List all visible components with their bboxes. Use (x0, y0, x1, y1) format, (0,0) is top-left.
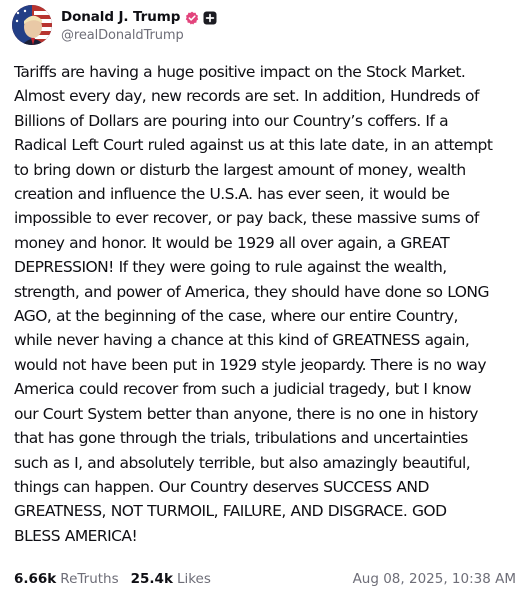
plus-badge-icon[interactable] (203, 10, 217, 25)
retruths-stat[interactable]: 6.66k ReTruths (14, 571, 119, 587)
retruths-label: ReTruths (60, 571, 119, 587)
post-line: Billions of Dollars are pouring into our… (14, 111, 449, 130)
post-timestamp[interactable]: Aug 08, 2025, 10:38 AM (353, 571, 516, 587)
post-line: our Court System better than anyone, the… (14, 404, 478, 423)
post-line: would not have been put in 1929 style je… (14, 355, 487, 374)
name-row: Donald J. Trump (61, 7, 217, 27)
post-line: Almost every day, new records are set. I… (14, 87, 479, 106)
post-line: Radical Left Court ruled against us at t… (14, 136, 493, 155)
post-body: Tariffs are having a huge positive impac… (14, 60, 514, 548)
avatar[interactable] (12, 5, 52, 45)
post-line: GREATNESS, NOT TURMOIL, FAILURE, AND DIS… (14, 502, 447, 521)
avatar-image (12, 5, 52, 45)
post-line: things can happen. Our Country deserves … (14, 477, 429, 496)
post-line: BLESS AMERICA! (14, 526, 138, 545)
post-line: Tariffs are having a huge positive impac… (14, 63, 466, 81)
likes-label: Likes (176, 571, 211, 587)
verified-badge-icon (185, 10, 199, 25)
post-line: money and honor. It would be 1929 all ov… (14, 233, 450, 252)
post-line: such as I, and absolutely terrible, but … (14, 453, 471, 472)
post-line: impossible to ever recover, or pay back,… (14, 209, 479, 228)
post-card: Donald J. Trump @realDonaldTrump Tariffs… (0, 0, 530, 600)
author-handle[interactable]: @realDonaldTrump (61, 28, 217, 43)
post-line: America could recover from such a judici… (14, 380, 472, 399)
post-line: to bring down or disturb the largest amo… (14, 160, 466, 179)
post-footer: 6.66k ReTruths 25.4k Likes Aug 08, 2025,… (14, 568, 516, 590)
post-line: AGO, at the beginning of the case, where… (14, 307, 458, 326)
retruths-count: 6.66k (14, 571, 57, 587)
post-line: creation and influence the U.S.A. has ev… (14, 185, 450, 204)
author-names: Donald J. Trump @realDonaldTrump (61, 7, 217, 43)
likes-stat[interactable]: 25.4k Likes (131, 571, 211, 587)
post-line: while never having a chance at this kind… (14, 331, 470, 350)
post-header: Donald J. Trump @realDonaldTrump (12, 4, 217, 46)
display-name[interactable]: Donald J. Trump (61, 9, 180, 25)
post-line: that has gone through the trials, tribul… (14, 429, 468, 448)
post-line: strength, and power of America, they sho… (14, 282, 489, 301)
likes-count: 25.4k (130, 571, 173, 587)
post-line: DEPRESSION! If they were going to rule a… (14, 258, 447, 277)
